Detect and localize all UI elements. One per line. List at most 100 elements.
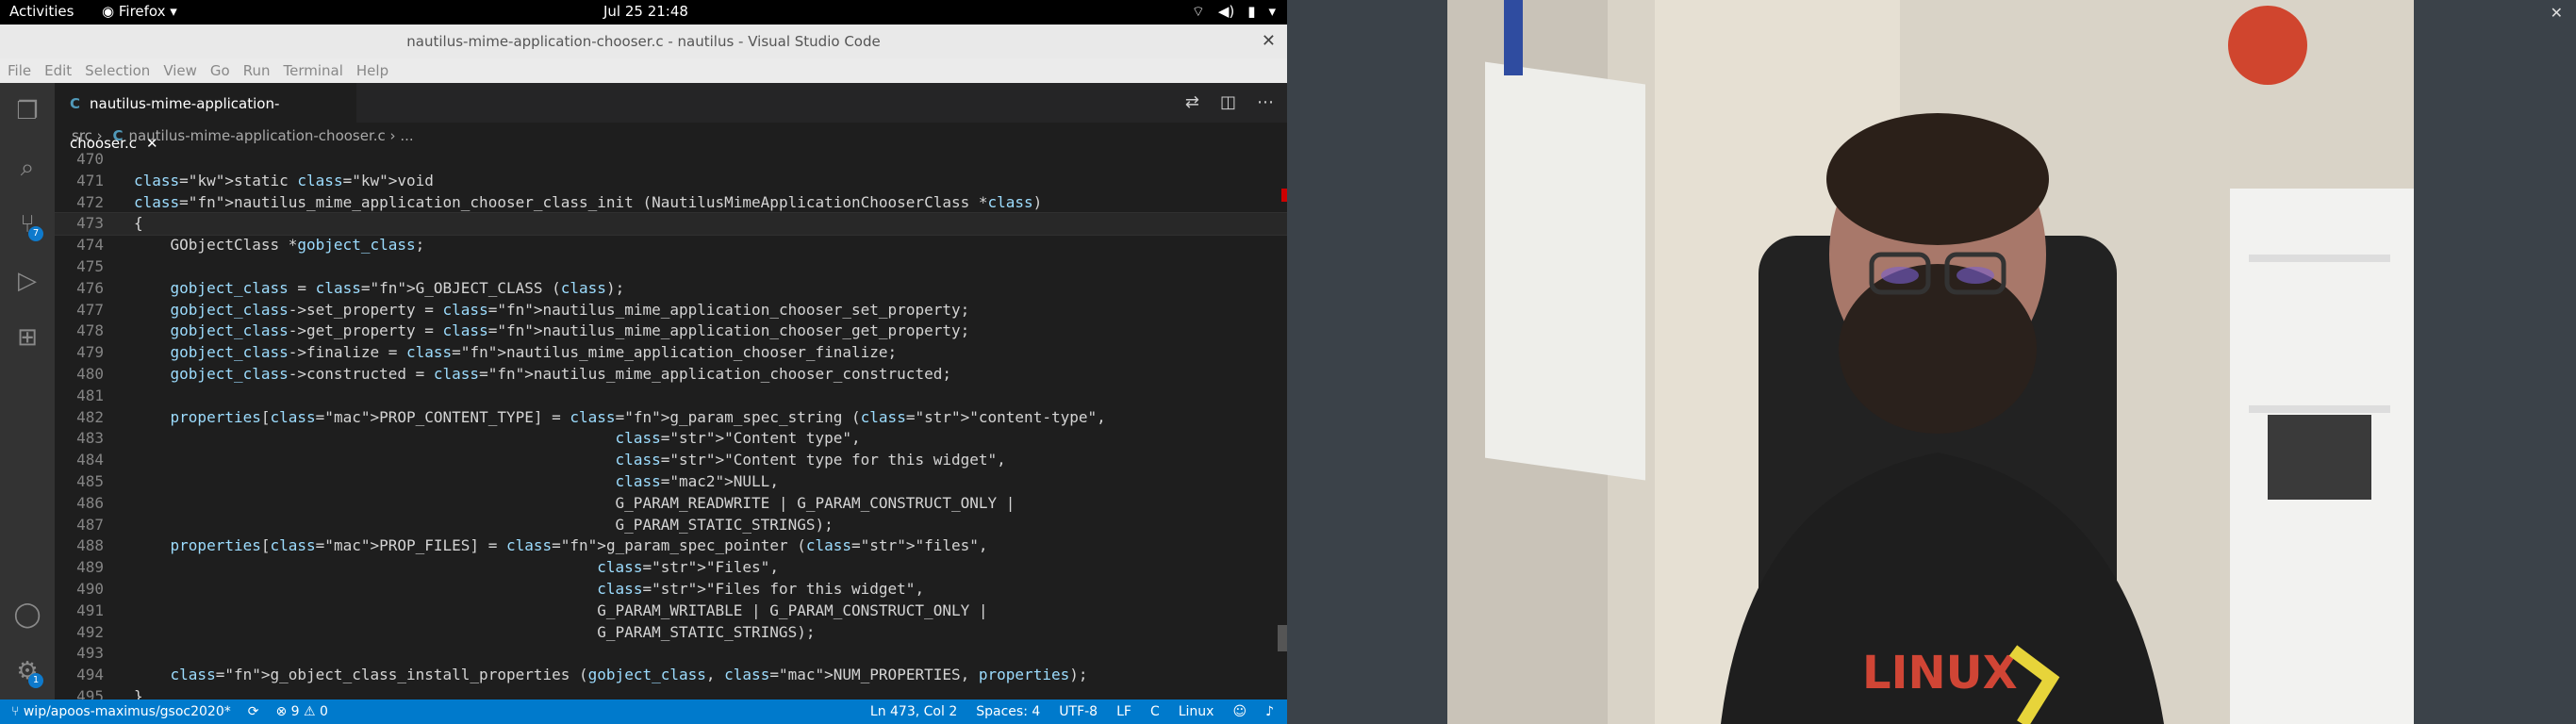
webcam-person-image: LINUX — [1447, 0, 2414, 724]
line-number: 491 — [76, 601, 104, 619]
line-number: 480 — [76, 364, 104, 383]
code-line[interactable]: 485 class="mac2">NULL, — [55, 471, 1287, 493]
code-line[interactable]: 475 — [55, 256, 1287, 278]
code-line[interactable]: 477 gobject_class->set_property = class=… — [55, 300, 1287, 321]
code-text: class="str">"Content type", — [615, 429, 861, 448]
code-line[interactable]: 484 class="str">"Content type for this w… — [55, 450, 1287, 471]
code-line[interactable]: 473 { — [55, 212, 1287, 237]
code-text: { — [134, 214, 143, 233]
line-number: 481 — [76, 386, 104, 404]
notifications-icon[interactable]: ♪ — [1265, 699, 1274, 724]
code-line[interactable]: 495} — [55, 686, 1287, 699]
code-line[interactable]: 486 G_PARAM_READWRITE | G_PARAM_CONSTRUC… — [55, 493, 1287, 515]
webcam-window: ✕ LINUX — [1287, 0, 2576, 724]
source-control-icon[interactable]: ⑂ 7 — [0, 196, 55, 253]
code-line[interactable]: 487 G_PARAM_STATIC_STRINGS); — [55, 515, 1287, 536]
menu-terminal[interactable]: Terminal — [284, 58, 343, 83]
cursor-position[interactable]: Ln 473, Col 2 — [870, 699, 957, 724]
activities-button[interactable]: Activities — [9, 3, 74, 20]
code-line[interactable]: 490 class="str">"Files for this widget", — [55, 579, 1287, 601]
code-line[interactable]: 481 — [55, 386, 1287, 407]
explorer-icon[interactable]: ❐ — [0, 83, 55, 140]
close-icon[interactable]: ✕ — [1262, 25, 1276, 58]
network-icon: ⌔ — [1191, 3, 1205, 20]
line-number: 472 — [76, 192, 104, 211]
code-text: properties[class="mac">PROP_FILES] = cla… — [170, 536, 988, 555]
code-line[interactable]: 483 class="str">"Content type", — [55, 428, 1287, 450]
window-title: nautilus-mime-application-chooser.c - na… — [406, 33, 881, 50]
firefox-icon: ◉ — [102, 3, 119, 20]
menu-run[interactable]: Run — [243, 58, 271, 83]
breadcrumb-more[interactable]: ... — [400, 127, 413, 144]
menu-help[interactable]: Help — [356, 58, 388, 83]
gnome-top-bar: Activities ◉ Firefox ▾ Jul 25 21:48 ⌔ ◀)… — [0, 0, 1287, 25]
code-line[interactable]: 489 class="str">"Files", — [55, 557, 1287, 579]
code-line[interactable]: 493 — [55, 643, 1287, 665]
language-mode[interactable]: C — [1150, 699, 1160, 724]
problems-indicator[interactable]: ⊗ 9 ⚠ 0 — [275, 699, 327, 724]
line-number: 470 — [76, 150, 104, 168]
webcam-video: LINUX — [1447, 0, 2414, 724]
search-icon[interactable]: ⌕ — [0, 140, 55, 196]
menu-view[interactable]: View — [163, 58, 197, 83]
more-actions-icon[interactable]: ⋯ — [1257, 92, 1274, 112]
line-number: 483 — [76, 429, 104, 448]
gear-icon[interactable]: ⚙ 1 — [0, 643, 55, 699]
code-line[interactable]: 471 class="kw">static class="kw">void — [55, 171, 1287, 192]
c-file-icon: C — [70, 95, 81, 112]
line-number: 484 — [76, 451, 104, 469]
sync-icon[interactable]: ⟳ — [248, 699, 259, 724]
code-text: gobject_class->finalize = class="fn">nau… — [170, 343, 898, 362]
code-text: class="fn">g_object_class_install_proper… — [170, 666, 1088, 684]
line-number: 488 — [76, 536, 104, 555]
app-menu-firefox[interactable]: ◉ Firefox ▾ — [102, 3, 177, 20]
system-tray[interactable]: ⌔ ◀) ▮ ▾ — [1192, 3, 1276, 21]
code-line[interactable]: 478 gobject_class->get_property = class=… — [55, 321, 1287, 342]
line-number: 478 — [76, 321, 104, 340]
breadcrumb-file[interactable]: nautilus-mime-application-chooser.c — [128, 127, 385, 144]
desktop: Activities ◉ Firefox ▾ Jul 25 21:48 ⌔ ◀)… — [0, 0, 2576, 724]
feedback-icon[interactable]: ☺ — [1232, 699, 1247, 724]
code-line[interactable]: 480 gobject_class->constructed = class="… — [55, 364, 1287, 386]
code-line[interactable]: 479 gobject_class->finalize = class="fn"… — [55, 342, 1287, 364]
code-text: G_PARAM_STATIC_STRINGS); — [134, 622, 816, 641]
code-line[interactable]: 474 GObjectClass *gobject_class; — [55, 235, 1287, 256]
code-line[interactable]: 470 — [55, 149, 1287, 171]
settings-badge: 1 — [28, 673, 43, 688]
code-line[interactable]: 482 properties[class="mac">PROP_CONTENT_… — [55, 407, 1287, 429]
end-of-line[interactable]: LF — [1116, 699, 1131, 724]
scrollbar-thumb[interactable] — [1278, 625, 1287, 651]
indentation[interactable]: Spaces: 4 — [976, 699, 1040, 724]
code-line[interactable]: 491 G_PARAM_WRITABLE | G_PARAM_CONSTRUCT… — [55, 601, 1287, 622]
menu-go[interactable]: Go — [210, 58, 230, 83]
line-number: 479 — [76, 343, 104, 362]
code-editor[interactable]: 470 471 class="kw">static class="kw">void 4… — [55, 149, 1287, 699]
line-number: 473 — [76, 214, 104, 233]
run-debug-icon[interactable]: ▷ — [0, 253, 55, 309]
line-number: 490 — [76, 579, 104, 598]
line-number: 476 — [76, 278, 104, 297]
open-changes-icon[interactable]: ⇄ — [1185, 92, 1199, 112]
code-line[interactable]: 492 G_PARAM_STATIC_STRINGS); — [55, 622, 1287, 644]
code-line[interactable]: 488 properties[class="mac">PROP_FILES] =… — [55, 535, 1287, 557]
extensions-icon[interactable]: ⊞ — [0, 309, 55, 366]
line-number: 482 — [76, 407, 104, 426]
line-number: 477 — [76, 300, 104, 319]
line-number: 485 — [76, 471, 104, 490]
code-line[interactable]: 494 class="fn">g_object_class_install_pr… — [55, 665, 1287, 686]
code-text: gobject_class->constructed = class="fn">… — [170, 364, 951, 383]
clock[interactable]: Jul 25 21:48 — [603, 3, 688, 20]
close-icon[interactable]: ✕ — [2551, 4, 2563, 22]
code-line[interactable]: 472 class="fn">nautilus_mime_application_… — [55, 192, 1287, 214]
encoding[interactable]: UTF-8 — [1059, 699, 1098, 724]
menu-file[interactable]: File — [8, 58, 31, 83]
split-editor-icon[interactable]: ◫ — [1220, 92, 1236, 112]
line-number: 493 — [76, 644, 104, 663]
menu-selection[interactable]: Selection — [85, 58, 150, 83]
menu-edit[interactable]: Edit — [44, 58, 72, 83]
os-indicator[interactable]: Linux — [1179, 699, 1214, 724]
code-line[interactable]: 476 gobject_class = class="fn">G_OBJECT_… — [55, 278, 1287, 300]
account-icon[interactable]: ◯ — [0, 586, 55, 643]
tab-active-file[interactable]: Cnautilus-mime-application-chooser.c ✕ — [55, 83, 356, 152]
branch-indicator[interactable]: ⑂ wip/apoos-maximus/gsoc2020* — [11, 699, 231, 724]
